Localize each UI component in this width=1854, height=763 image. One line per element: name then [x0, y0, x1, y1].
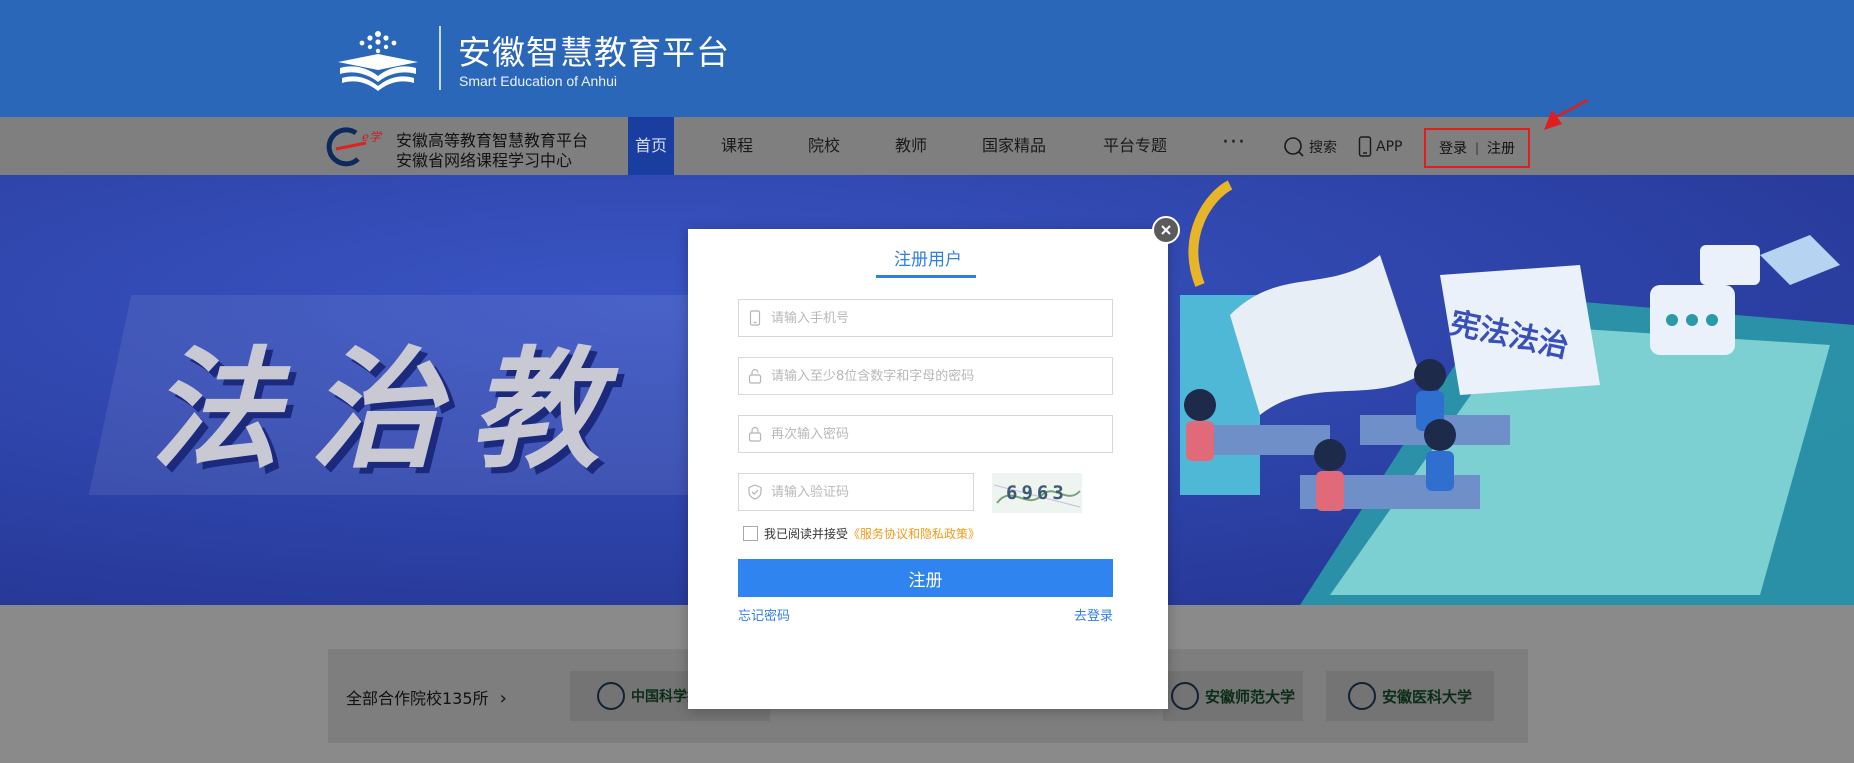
search-icon: [1284, 137, 1304, 157]
register-link[interactable]: 注册: [1487, 138, 1515, 158]
phone-icon: [749, 310, 761, 326]
partner-name: 安徽医科大学: [1381, 687, 1472, 706]
captcha-text: 6963: [1006, 482, 1068, 504]
agree-checkbox[interactable]: [743, 526, 758, 541]
partner-schools-label: 全部合作院校135所: [346, 689, 489, 708]
register-tab-underline: [876, 275, 976, 278]
site-title[interactable]: 安徽智慧教育平台: [458, 26, 730, 74]
login-register-box: 登录 | 注册: [1424, 128, 1530, 168]
password-field[interactable]: [738, 357, 1113, 395]
register-tab-title[interactable]: 注册用户: [688, 245, 1168, 270]
chevron-right-icon: ›: [499, 688, 507, 709]
confirm-password-input[interactable]: [771, 426, 1112, 442]
brand-logo-icon[interactable]: e学: [326, 125, 396, 167]
svg-text:e学: e学: [362, 130, 383, 144]
logo-divider: [439, 26, 441, 90]
seal-icon: [1170, 682, 1199, 710]
seal-icon: [1347, 682, 1376, 710]
modal-close-button[interactable]: [1152, 216, 1180, 244]
lock-icon: [748, 368, 762, 384]
nav-platform-topics[interactable]: 平台专题: [1103, 117, 1167, 175]
partner-name: 安徽师范大学: [1204, 687, 1295, 706]
captcha-input[interactable]: [771, 484, 973, 500]
register-modal: 注册用户 6963 我已阅读: [688, 229, 1168, 709]
register-submit-button[interactable]: 注册: [738, 559, 1113, 597]
password-input[interactable]: [771, 368, 1112, 384]
forgot-password-link[interactable]: 忘记密码: [738, 605, 790, 624]
nav-courses[interactable]: 课程: [721, 117, 753, 175]
lock-icon: [748, 426, 762, 442]
go-login-link[interactable]: 去登录: [1074, 605, 1113, 624]
close-icon: [1161, 225, 1171, 235]
partner-logo-ahnu[interactable]: 安徽师范大学: [1163, 671, 1303, 721]
shield-check-icon: [748, 484, 762, 500]
red-arrow-annotation-icon: [1544, 98, 1589, 130]
nav-teachers[interactable]: 教师: [895, 117, 927, 175]
agreement-row: 我已阅读并接受 《服务协议和隐私政策》: [743, 525, 980, 542]
phone-input[interactable]: [771, 310, 1112, 326]
nav-app-button[interactable]: APP: [1358, 136, 1402, 158]
seal-icon: [597, 682, 625, 710]
search-label: 搜索: [1309, 140, 1337, 156]
login-separator: |: [1474, 141, 1480, 155]
captcha-field[interactable]: [738, 473, 974, 511]
phone-icon: [1358, 136, 1372, 157]
nav-schools[interactable]: 院校: [808, 117, 840, 175]
nav-national-quality[interactable]: 国家精品: [982, 117, 1046, 175]
brand-name-line2: 安徽省网络课程学习中心: [396, 151, 573, 170]
nav-search-button[interactable]: 搜索: [1283, 136, 1337, 158]
phone-field[interactable]: [738, 299, 1113, 337]
partner-schools-link[interactable]: 全部合作院校135所 ›: [346, 685, 507, 709]
nav-more-button[interactable]: ···: [1222, 117, 1246, 175]
site-subtitle: Smart Education of Anhui: [459, 73, 617, 89]
policy-link[interactable]: 《服务协议和隐私政策》: [848, 525, 980, 542]
captcha-image[interactable]: 6963: [992, 473, 1082, 513]
confirm-password-field[interactable]: [738, 415, 1113, 453]
logo-book-icon: [338, 31, 418, 91]
app-label: APP: [1376, 139, 1403, 155]
agree-text: 我已阅读并接受: [764, 527, 849, 541]
partner-logo-ahmu[interactable]: 安徽医科大学: [1326, 671, 1494, 721]
nav-home[interactable]: 首页: [628, 117, 674, 175]
banner-title: 法治教: [150, 334, 631, 486]
login-link[interactable]: 登录: [1439, 138, 1467, 158]
